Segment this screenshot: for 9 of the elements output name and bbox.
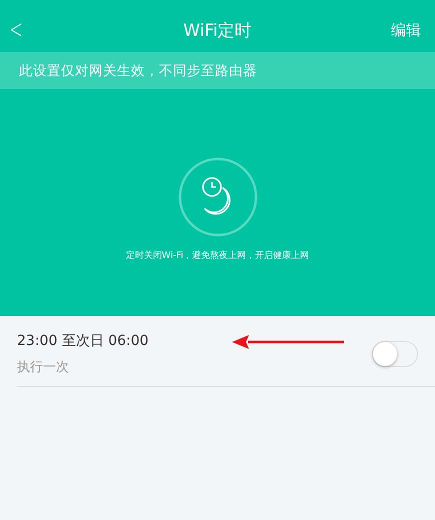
edit-button[interactable]: 编辑	[375, 20, 435, 40]
schedule-repeat: 执行一次	[17, 359, 70, 376]
notice-banner: 此设置仅对网关生效，不同步至路由器	[0, 52, 435, 89]
schedule-toggle[interactable]	[372, 341, 418, 367]
page-title: WiFi定时	[182, 20, 253, 42]
schedule-time: 23:00 至次日 06:00	[17, 332, 149, 350]
clock-moon-icon	[178, 157, 258, 237]
hero-caption: 定时关闭Wi-Fi，避免熬夜上网，开启健康上网	[126, 250, 310, 262]
back-button[interactable]: <	[0, 15, 36, 45]
